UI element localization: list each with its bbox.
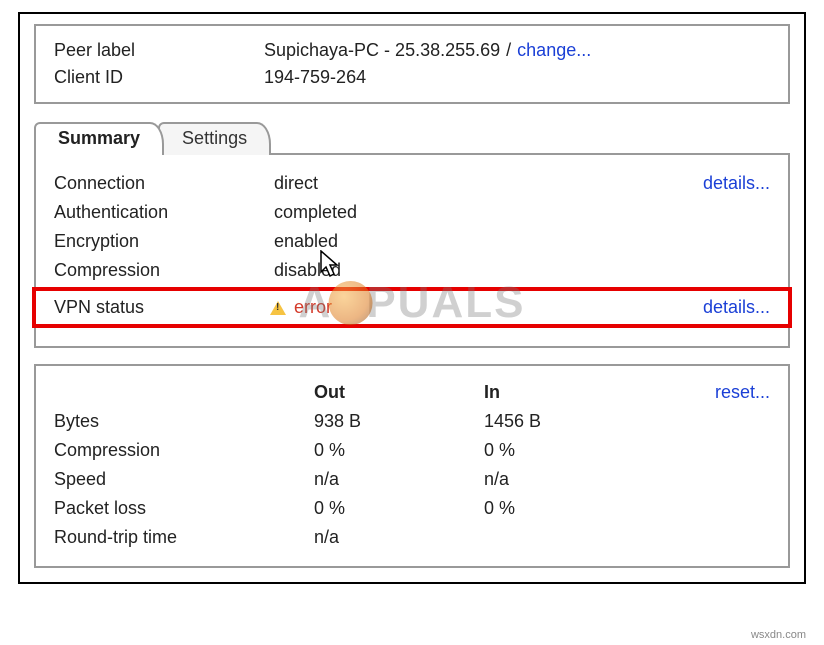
tab-summary[interactable]: Summary [34, 122, 164, 155]
change-link[interactable]: change... [517, 40, 591, 61]
peer-label-label: Peer label [54, 40, 264, 61]
vpn-status-label: VPN status [54, 297, 270, 318]
authentication-row: Authentication completed [54, 198, 770, 227]
speed-label: Speed [54, 469, 314, 490]
bytes-row: Bytes 938 B 1456 B [54, 407, 770, 436]
tab-settings-label: Settings [182, 128, 247, 148]
peer-label-row: Peer label Supichaya-PC - 25.38.255.69 /… [54, 40, 770, 61]
rtt-label: Round-trip time [54, 527, 314, 548]
peer-label-value: Supichaya-PC - 25.38.255.69 [264, 40, 500, 61]
bytes-label: Bytes [54, 411, 314, 432]
vpn-details-link[interactable]: details... [670, 297, 770, 318]
compression-value: disabled [274, 260, 670, 281]
packet-loss-row: Packet loss 0 % 0 % [54, 494, 770, 523]
rtt-out: n/a [314, 527, 484, 548]
client-id-label: Client ID [54, 67, 264, 88]
tab-settings[interactable]: Settings [158, 122, 271, 155]
connection-row: Connection direct details... [54, 169, 770, 198]
vpn-status-row: VPN status error details... [32, 287, 792, 328]
reset-link[interactable]: reset... [654, 382, 770, 403]
authentication-label: Authentication [54, 202, 274, 223]
summary-panel: Connection direct details... Authenticat… [34, 153, 790, 348]
bytes-in: 1456 B [484, 411, 654, 432]
tab-bar: Summary Settings [34, 122, 790, 155]
compression-row: Compression disabled [54, 256, 770, 285]
window-frame: Peer label Supichaya-PC - 25.38.255.69 /… [18, 12, 806, 584]
client-id-row: Client ID 194-759-264 [54, 67, 770, 88]
client-id-value: 194-759-264 [264, 67, 366, 88]
compression-stats-row: Compression 0 % 0 % [54, 436, 770, 465]
compression-in: 0 % [484, 440, 654, 461]
vpn-status-value: error [294, 297, 332, 318]
compression-stats-label: Compression [54, 440, 314, 461]
in-header: In [484, 382, 654, 403]
compression-label: Compression [54, 260, 274, 281]
bytes-out: 938 B [314, 411, 484, 432]
speed-out: n/a [314, 469, 484, 490]
tab-container: Summary Settings Connection direct detai… [34, 122, 790, 348]
tab-summary-label: Summary [58, 128, 140, 148]
packet-loss-in: 0 % [484, 498, 654, 519]
separator: / [506, 40, 511, 61]
warning-icon [270, 301, 286, 315]
speed-row: Speed n/a n/a [54, 465, 770, 494]
stats-header: Out In reset... [54, 378, 770, 407]
encryption-row: Encryption enabled [54, 227, 770, 256]
encryption-label: Encryption [54, 231, 274, 252]
rtt-row: Round-trip time n/a [54, 523, 770, 552]
packet-loss-out: 0 % [314, 498, 484, 519]
connection-value: direct [274, 173, 670, 194]
compression-out: 0 % [314, 440, 484, 461]
stats-panel: Out In reset... Bytes 938 B 1456 B Compr… [34, 364, 790, 568]
attribution-text: wsxdn.com [751, 629, 806, 641]
packet-loss-label: Packet loss [54, 498, 314, 519]
encryption-value: enabled [274, 231, 670, 252]
connection-details-link[interactable]: details... [670, 173, 770, 194]
authentication-value: completed [274, 202, 670, 223]
info-panel: Peer label Supichaya-PC - 25.38.255.69 /… [34, 24, 790, 104]
connection-label: Connection [54, 173, 274, 194]
out-header: Out [314, 382, 484, 403]
speed-in: n/a [484, 469, 654, 490]
